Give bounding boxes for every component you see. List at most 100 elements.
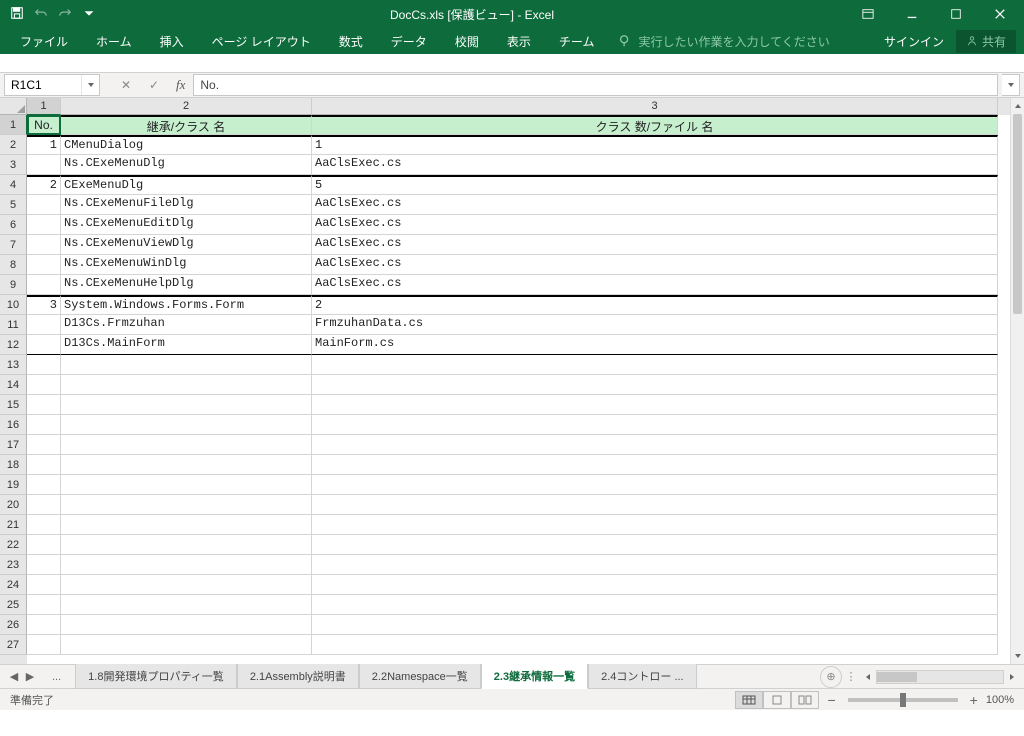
cell[interactable]: [61, 355, 312, 375]
cell[interactable]: [61, 615, 312, 635]
cell[interactable]: [27, 195, 61, 215]
cell[interactable]: [27, 495, 61, 515]
row-header[interactable]: 21: [0, 515, 27, 535]
row-header[interactable]: 24: [0, 575, 27, 595]
cell[interactable]: System.Windows.Forms.Form: [61, 295, 312, 315]
cell[interactable]: [312, 515, 998, 535]
cell[interactable]: [27, 275, 61, 295]
scroll-up-icon[interactable]: [1011, 98, 1024, 114]
cell[interactable]: 5: [312, 175, 998, 195]
sheet-tab[interactable]: 2.1Assembly説明書: [237, 664, 359, 689]
row-header[interactable]: 4: [0, 175, 27, 195]
cell[interactable]: [312, 415, 998, 435]
cell[interactable]: Ns.CExeMenuViewDlg: [61, 235, 312, 255]
new-sheet-button[interactable]: ⊕: [820, 666, 842, 688]
row-header[interactable]: 16: [0, 415, 27, 435]
sheet-nav-prev-icon[interactable]: ◀: [8, 670, 20, 683]
horizontal-scrollbar[interactable]: [860, 669, 1020, 685]
cancel-formula-icon[interactable]: ✕: [112, 74, 140, 96]
cell[interactable]: [61, 535, 312, 555]
cell[interactable]: FrmzuhanData.cs: [312, 315, 998, 335]
zoom-slider[interactable]: [848, 698, 958, 702]
minimize-icon[interactable]: [892, 3, 932, 25]
cell[interactable]: Ns.CExeMenuWinDlg: [61, 255, 312, 275]
cell[interactable]: 1: [312, 135, 998, 155]
cell[interactable]: [27, 315, 61, 335]
scroll-right-icon[interactable]: [1004, 669, 1020, 685]
select-all-corner[interactable]: [0, 98, 27, 115]
view-pagelayout-icon[interactable]: [763, 691, 791, 709]
sheet-tab[interactable]: 2.3継承情報一覧: [481, 664, 588, 689]
cell[interactable]: [312, 435, 998, 455]
row-header[interactable]: 7: [0, 235, 27, 255]
scroll-left-icon[interactable]: [860, 669, 876, 685]
row-header[interactable]: 25: [0, 595, 27, 615]
cell[interactable]: [27, 355, 61, 375]
share-button[interactable]: 共有: [956, 30, 1016, 53]
row-header[interactable]: 5: [0, 195, 27, 215]
cell[interactable]: 継承/クラス 名: [61, 115, 312, 135]
cell[interactable]: [27, 475, 61, 495]
cell[interactable]: クラス 数/ファイル 名: [312, 115, 998, 135]
cell[interactable]: 3: [27, 295, 61, 315]
name-box-dropdown-icon[interactable]: [81, 75, 99, 95]
cell[interactable]: [61, 515, 312, 535]
cell[interactable]: [61, 375, 312, 395]
row-header[interactable]: 3: [0, 155, 27, 175]
cell[interactable]: [27, 255, 61, 275]
tab-pagelayout[interactable]: ページ レイアウト: [200, 28, 323, 55]
cell[interactable]: [312, 535, 998, 555]
row-header[interactable]: 18: [0, 455, 27, 475]
row-header[interactable]: 20: [0, 495, 27, 515]
sheet-tab[interactable]: 2.4コントロー ...: [588, 664, 697, 689]
cell[interactable]: [61, 415, 312, 435]
cell[interactable]: [61, 435, 312, 455]
tab-view[interactable]: 表示: [495, 28, 543, 55]
redo-icon[interactable]: [58, 6, 72, 23]
zoom-thumb[interactable]: [900, 693, 906, 707]
column-header[interactable]: 1: [27, 98, 61, 115]
cell[interactable]: Ns.CExeMenuFileDlg: [61, 195, 312, 215]
cell[interactable]: [312, 635, 998, 655]
row-header[interactable]: 17: [0, 435, 27, 455]
tab-insert[interactable]: 挿入: [148, 28, 196, 55]
row-header[interactable]: 9: [0, 275, 27, 295]
cell[interactable]: [27, 595, 61, 615]
cell[interactable]: [312, 595, 998, 615]
cell[interactable]: [27, 455, 61, 475]
zoom-in-button[interactable]: +: [970, 692, 978, 708]
row-header[interactable]: 10: [0, 295, 27, 315]
cell[interactable]: 1: [27, 135, 61, 155]
cell[interactable]: [61, 635, 312, 655]
row-header[interactable]: 1: [0, 115, 27, 135]
sheet-tabs-overflow-left[interactable]: ...: [44, 667, 69, 687]
cell[interactable]: [312, 395, 998, 415]
cell[interactable]: [27, 395, 61, 415]
row-header[interactable]: 15: [0, 395, 27, 415]
cell[interactable]: [312, 475, 998, 495]
ribbon-display-icon[interactable]: [848, 3, 888, 25]
undo-icon[interactable]: [34, 6, 48, 23]
cell[interactable]: D13Cs.Frmzuhan: [61, 315, 312, 335]
cell[interactable]: [312, 375, 998, 395]
qat-menu-icon[interactable]: [82, 6, 96, 23]
cell[interactable]: [27, 335, 61, 355]
row-header[interactable]: 11: [0, 315, 27, 335]
cell[interactable]: Ns.CExeMenuDlg: [61, 155, 312, 175]
cell[interactable]: [312, 355, 998, 375]
cell[interactable]: [312, 455, 998, 475]
row-header[interactable]: 8: [0, 255, 27, 275]
sheet-tab[interactable]: 1.8開発環境プロパティ一覧: [75, 664, 237, 689]
cell[interactable]: AaClsExec.cs: [312, 275, 998, 295]
cell[interactable]: [27, 615, 61, 635]
cell[interactable]: 2: [312, 295, 998, 315]
cell[interactable]: [27, 435, 61, 455]
cell[interactable]: [61, 455, 312, 475]
formula-expand-icon[interactable]: [1002, 74, 1020, 96]
cell[interactable]: CMenuDialog: [61, 135, 312, 155]
cell[interactable]: AaClsExec.cs: [312, 195, 998, 215]
cell[interactable]: [61, 495, 312, 515]
cell[interactable]: [27, 155, 61, 175]
row-header[interactable]: 26: [0, 615, 27, 635]
tab-data[interactable]: データ: [379, 28, 439, 55]
